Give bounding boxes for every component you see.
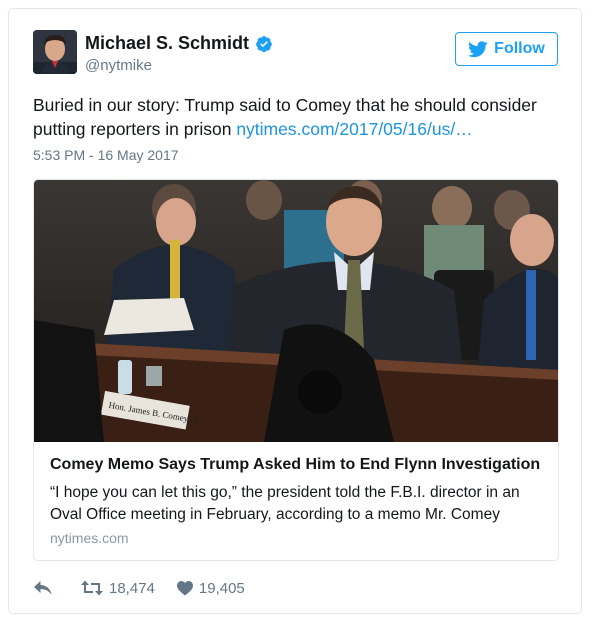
follow-button[interactable]: Follow [455, 32, 558, 66]
author-display-name[interactable]: Michael S. Schmidt [85, 33, 249, 54]
reply-button[interactable] [33, 580, 59, 596]
tweet-card: Michael S. Schmidt @nytmike Follow Burie… [8, 8, 582, 614]
card-domain: nytimes.com [50, 530, 129, 546]
tweet-link[interactable]: nytimes.com/2017/05/16/us/… [236, 119, 472, 139]
author-handle[interactable]: @nytmike [85, 57, 152, 74]
card-image: Hon. James B. Comey, Jr. [34, 180, 558, 442]
verified-badge-icon [256, 35, 272, 52]
follow-button-label: Follow [494, 40, 545, 57]
tweet-timestamp[interactable]: 5:53 PM - 16 May 2017 [33, 147, 179, 163]
retweet-button[interactable]: 18,474 [81, 580, 155, 597]
link-card[interactable]: Hon. James B. Comey, Jr. Comey Memo Says… [33, 179, 559, 561]
heart-icon [176, 580, 193, 595]
retweet-icon [81, 580, 103, 596]
tweet-text: Buried in our story: Trump said to Comey… [33, 93, 563, 141]
card-description: “I hope you can let this go,” the presid… [50, 484, 520, 523]
tweet-actions: 18,474 19,405 [33, 577, 267, 599]
like-count: 19,405 [198, 579, 245, 597]
author-name[interactable]: Michael S. Schmidt [85, 33, 273, 54]
retweet-count: 18,474 [109, 579, 155, 597]
reply-icon [34, 581, 52, 595]
like-button[interactable]: 19,405 [176, 579, 245, 597]
card-title[interactable]: Comey Memo Says Trump Asked Him to End F… [50, 456, 550, 474]
avatar[interactable] [33, 30, 77, 74]
twitter-bird-icon [468, 40, 488, 57]
